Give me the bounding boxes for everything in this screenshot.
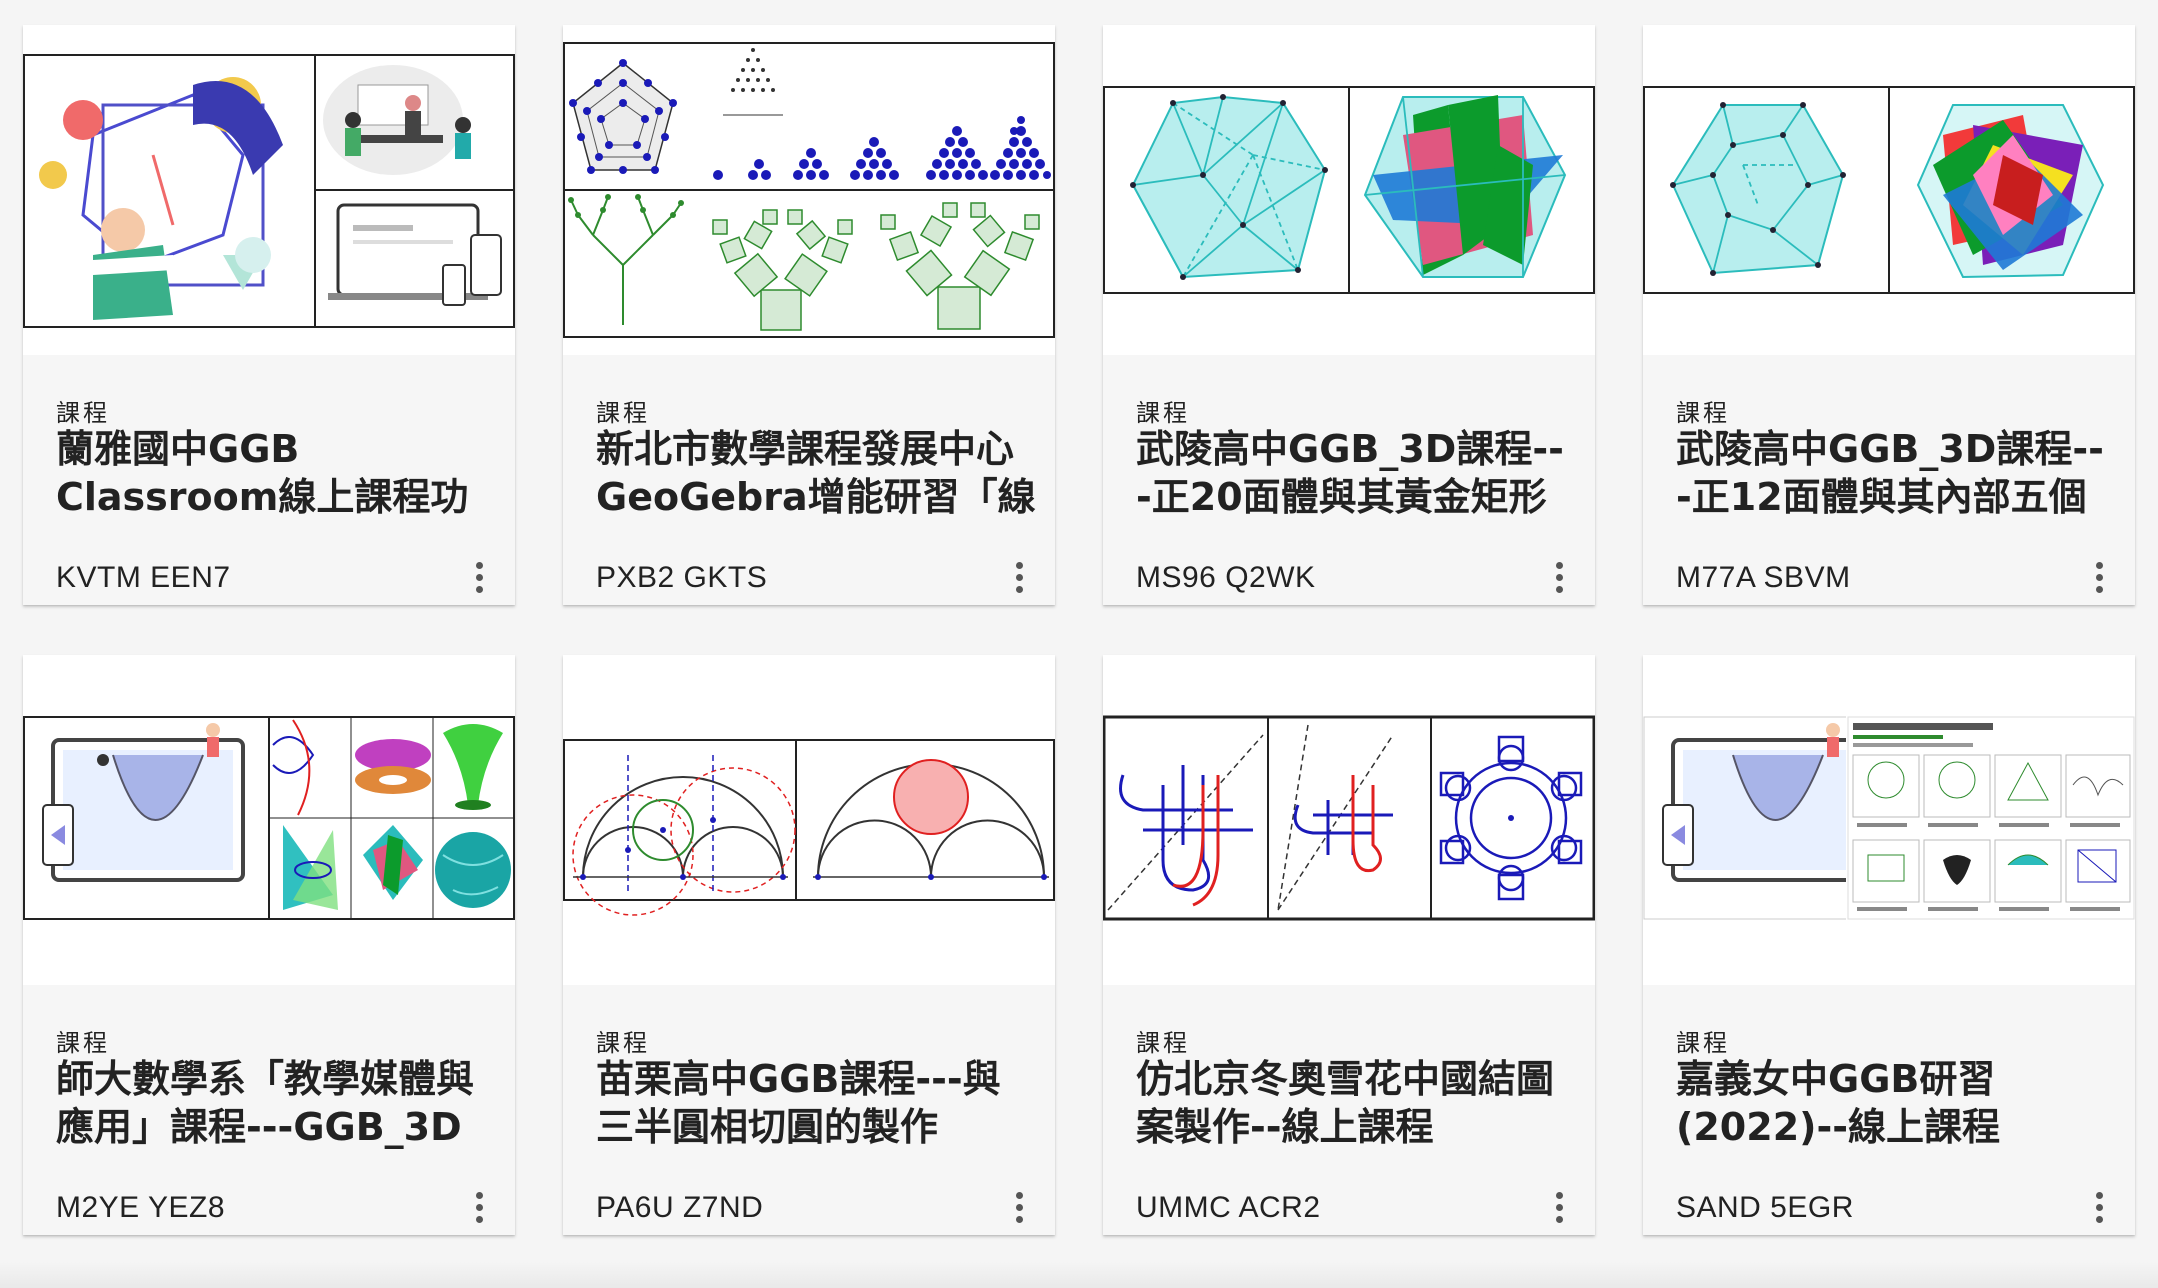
course-code: M2YE YEZ8 bbox=[56, 1191, 226, 1224]
course-code: SAND 5EGR bbox=[1676, 1191, 1854, 1224]
more-vert-icon[interactable] bbox=[461, 1185, 497, 1229]
course-type-label: 課程 bbox=[596, 1029, 650, 1057]
course-code: M77A SBVM bbox=[1676, 561, 1851, 594]
worksheet-preview bbox=[1643, 655, 2135, 985]
course-info: 課程 蘭雅國中GGB Classroom線上課程功能先體驗 KVTM EEN7 bbox=[23, 355, 515, 605]
course-title[interactable]: 新北市數學課程發展中心GeoGebra增能研習「線 bbox=[596, 425, 1036, 521]
course-type-label: 課程 bbox=[56, 1029, 110, 1057]
course-thumbnail[interactable] bbox=[1643, 655, 2135, 985]
course-title[interactable]: 武陵高中GGB_3D課程---正20面體與其黃金矩形的 bbox=[1136, 425, 1576, 521]
course-grid: 課程 蘭雅國中GGB Classroom線上課程功能先體驗 KVTM EEN7 bbox=[0, 0, 2158, 1288]
course-type-label: 課程 bbox=[596, 399, 650, 427]
course-thumbnail[interactable] bbox=[563, 655, 1055, 985]
figurate-numbers-and-pythagoras-tree bbox=[563, 42, 1055, 338]
course-title[interactable]: 師大數學系「教學媒體與應用」課程---GGB_3D應 bbox=[56, 1055, 496, 1151]
course-info: 課程 武陵高中GGB_3D課程---正20面體與其黃金矩形的 MS96 Q2WK bbox=[1103, 355, 1595, 605]
course-thumbnail[interactable] bbox=[23, 25, 515, 355]
course-info: 課程 師大數學系「教學媒體與應用」課程---GGB_3D應 M2YE YEZ8 bbox=[23, 985, 515, 1235]
more-vert-icon[interactable] bbox=[2081, 555, 2117, 599]
course-card[interactable]: 課程 新北市數學課程發展中心GeoGebra增能研習「線 PXB2 GKTS bbox=[563, 25, 1055, 605]
course-card[interactable]: 課程 仿北京冬奧雪花中國結圖案製作--線上課程 UMMC ACR2 bbox=[1103, 655, 1595, 1235]
course-info: 課程 武陵高中GGB_3D課程---正12面體與其內部五個正 M77A SBVM bbox=[1643, 355, 2135, 605]
course-thumbnail[interactable] bbox=[1643, 25, 2135, 355]
course-title[interactable]: 武陵高中GGB_3D課程---正12面體與其內部五個正 bbox=[1676, 425, 2116, 521]
course-type-label: 課程 bbox=[1676, 1029, 1730, 1057]
course-code: MS96 Q2WK bbox=[1136, 561, 1316, 594]
course-code: PXB2 GKTS bbox=[596, 561, 768, 594]
more-vert-icon[interactable] bbox=[1001, 555, 1037, 599]
arbelos-circles bbox=[563, 739, 1055, 916]
course-info: 課程 苗栗高中GGB課程---與三半圓相切圓的製作 PA6U Z7ND bbox=[563, 985, 1055, 1235]
course-card[interactable]: 課程 蘭雅國中GGB Classroom線上課程功能先體驗 KVTM EEN7 bbox=[23, 25, 515, 605]
course-thumbnail[interactable] bbox=[1103, 25, 1595, 355]
course-thumbnail[interactable] bbox=[23, 655, 515, 985]
course-type-label: 課程 bbox=[1136, 1029, 1190, 1057]
course-code: PA6U Z7ND bbox=[596, 1191, 764, 1224]
dodecahedron bbox=[1643, 86, 2135, 294]
course-type-label: 課程 bbox=[56, 399, 110, 427]
page-bottom-edge bbox=[0, 1262, 2158, 1288]
course-code: KVTM EEN7 bbox=[56, 561, 231, 594]
course-thumbnail[interactable] bbox=[1103, 655, 1595, 985]
course-type-label: 課程 bbox=[1676, 399, 1730, 427]
course-card[interactable]: 課程 嘉義女中GGB研習(2022)--線上課程 SAND 5EGR bbox=[1643, 655, 2135, 1235]
course-thumbnail[interactable] bbox=[563, 25, 1055, 355]
more-vert-icon[interactable] bbox=[1541, 555, 1577, 599]
course-code: UMMC ACR2 bbox=[1136, 1191, 1321, 1224]
classroom-illustration bbox=[23, 54, 515, 328]
course-title[interactable]: 苗栗高中GGB課程---與三半圓相切圓的製作 bbox=[596, 1055, 1036, 1151]
course-card[interactable]: 課程 苗栗高中GGB課程---與三半圓相切圓的製作 PA6U Z7ND bbox=[563, 655, 1055, 1235]
course-card[interactable]: 課程 武陵高中GGB_3D課程---正20面體與其黃金矩形的 MS96 Q2WK bbox=[1103, 25, 1595, 605]
course-card[interactable]: 課程 武陵高中GGB_3D課程---正12面體與其內部五個正 M77A SBVM bbox=[1643, 25, 2135, 605]
more-vert-icon[interactable] bbox=[2081, 1185, 2117, 1229]
course-title[interactable]: 蘭雅國中GGB Classroom線上課程功能先體驗 bbox=[56, 425, 496, 521]
more-vert-icon[interactable] bbox=[1001, 1185, 1037, 1229]
course-type-label: 課程 bbox=[1136, 399, 1190, 427]
more-vert-icon[interactable] bbox=[1541, 1185, 1577, 1229]
course-info: 課程 新北市數學課程發展中心GeoGebra增能研習「線 PXB2 GKTS bbox=[563, 355, 1055, 605]
course-info: 課程 仿北京冬奧雪花中國結圖案製作--線上課程 UMMC ACR2 bbox=[1103, 985, 1595, 1235]
more-vert-icon[interactable] bbox=[461, 555, 497, 599]
course-info: 課程 嘉義女中GGB研習(2022)--線上課程 SAND 5EGR bbox=[1643, 985, 2135, 1235]
course-title[interactable]: 仿北京冬奧雪花中國結圖案製作--線上課程 bbox=[1136, 1055, 1576, 1151]
course-title[interactable]: 嘉義女中GGB研習(2022)--線上課程 bbox=[1676, 1055, 2116, 1151]
3d-surfaces bbox=[23, 716, 515, 920]
course-card[interactable]: 課程 師大數學系「教學媒體與應用」課程---GGB_3D應 M2YE YEZ8 bbox=[23, 655, 515, 1235]
icosahedron bbox=[1103, 86, 1595, 294]
chinese-knot-snowflake bbox=[1103, 715, 1595, 921]
